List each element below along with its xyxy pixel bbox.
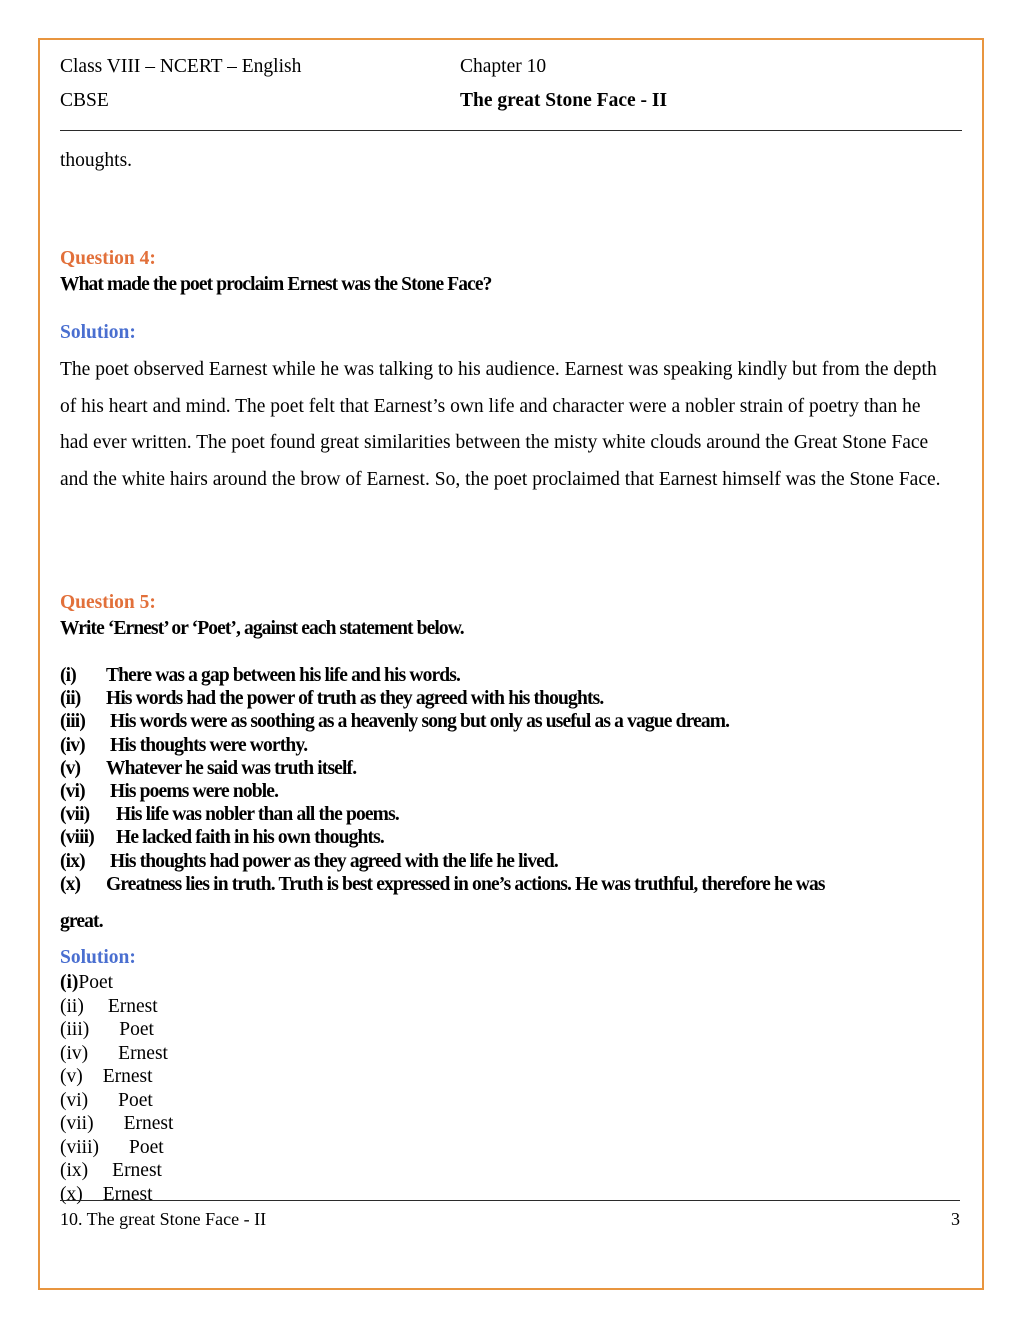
list-item: (viii) He lacked faith in his own though… <box>60 826 964 849</box>
question-5-statement-list: (i) There was a gap between his life and… <box>60 664 964 896</box>
list-item-value: Ernest <box>102 1066 153 1088</box>
list-item-marker: (v) <box>60 757 81 779</box>
list-item-text: His thoughts had power as they agreed wi… <box>110 850 559 872</box>
question-4-solution-label: Solution: <box>60 322 136 343</box>
list-item-marker: (ix) <box>60 850 86 872</box>
header-divider <box>60 130 962 131</box>
list-item-marker: (iv) <box>60 1042 89 1064</box>
question-5-text: Write ‘Ernest’ or ‘Poet’, against each s… <box>60 618 465 639</box>
list-item-marker: (ix) <box>60 1160 89 1182</box>
list-item-text: His life was nobler than all the poems. <box>116 804 400 826</box>
page-content: Class VIII – NCERT – English Chapter 10 … <box>60 56 964 1272</box>
question-4-label: Question 4: <box>60 248 156 269</box>
list-item-text: His poems were noble. <box>110 781 279 803</box>
list-item-marker: (ii) <box>60 688 81 710</box>
document-body: thoughts. Question 4: What made the poet… <box>60 132 964 1206</box>
list-item: (iii) Poet <box>60 1018 964 1042</box>
list-item: (i) There was a gap between his life and… <box>60 664 964 687</box>
list-item: (vii) Ernest <box>60 1112 964 1136</box>
list-item: (vi) His poems were noble. <box>60 780 964 803</box>
list-item-value: Poet <box>129 1136 164 1158</box>
question-5-statement-wrap-tail: great. <box>60 911 104 933</box>
list-item-text: Whatever he said was truth itself. <box>106 757 357 779</box>
document-page: Class VIII – NCERT – English Chapter 10 … <box>38 38 984 1290</box>
list-item-marker: (viii) <box>60 827 95 849</box>
list-item: (iv) His thoughts were worthy. <box>60 734 964 757</box>
header-chapter: Chapter 10 <box>460 56 547 77</box>
list-item-marker: (iii) <box>60 711 86 733</box>
list-item: (iii) His words were as soothing as a he… <box>60 710 964 733</box>
list-item: (ii) Ernest <box>60 995 964 1019</box>
question-5-label: Question 5: <box>60 592 156 613</box>
header-subject: Class VIII – NCERT – English <box>60 56 302 77</box>
list-item-marker: (vi) <box>60 1089 89 1111</box>
footer-row: 10. The great Stone Face - II 3 <box>60 1209 960 1230</box>
list-item-value: Poet <box>118 1089 153 1111</box>
list-item: (ix) His thoughts had power as they agre… <box>60 850 964 873</box>
list-item: (ii) His words had the power of truth as… <box>60 687 964 710</box>
question-4-solution-text: The poet observed Earnest while he was t… <box>60 359 941 490</box>
list-item-value: Ernest <box>118 1042 168 1064</box>
footer-page-number: 3 <box>951 1209 960 1229</box>
list-item-value: Poet <box>119 1019 154 1041</box>
document-header: Class VIII – NCERT – English Chapter 10 … <box>60 56 964 132</box>
list-item: (vii) His life was nobler than all the p… <box>60 803 964 826</box>
footer-divider <box>60 1200 960 1201</box>
list-item: (viii) Poet <box>60 1136 964 1160</box>
list-item: (x) Greatness lies in truth. Truth is be… <box>60 873 964 896</box>
document-footer: 10. The great Stone Face - II 3 <box>60 1200 960 1230</box>
list-item: (vi) Poet <box>60 1089 964 1113</box>
list-item-marker: (vii) <box>60 804 90 826</box>
list-item: (i) Poet <box>60 971 964 995</box>
list-item-marker: (iv) <box>60 734 86 756</box>
list-item-value: Ernest <box>107 995 158 1017</box>
list-item-text: Greatness lies in truth. Truth is best e… <box>106 873 826 895</box>
list-item-marker: (v) <box>60 1066 83 1088</box>
header-chapter-title: The great Stone Face - II <box>460 90 668 111</box>
list-item-marker: (i) <box>60 972 79 994</box>
list-item-marker: (vii) <box>60 1113 94 1135</box>
question-5-solution-label: Solution: <box>60 947 136 969</box>
list-item-text: His words had the power of truth as they… <box>106 688 604 710</box>
list-item-marker: (x) <box>60 873 81 895</box>
question-5-answer-list: (i) Poet (ii) Ernest (iii) Poet (iv) Ern… <box>60 971 964 1206</box>
list-item-marker: (viii) <box>60 1136 99 1158</box>
list-item: (iv) Ernest <box>60 1042 964 1066</box>
list-item: (v) Ernest <box>60 1065 964 1089</box>
list-item-text: His thoughts were worthy. <box>110 734 308 756</box>
list-item-value: Poet <box>78 972 114 994</box>
list-item: (ix) Ernest <box>60 1159 964 1183</box>
list-item-marker: (ii) <box>60 995 84 1017</box>
list-item-text: He lacked faith in his own thoughts. <box>116 827 385 849</box>
continued-text: thoughts. <box>60 150 133 171</box>
header-board: CBSE <box>60 90 109 111</box>
list-item: (v) Whatever he said was truth itself. <box>60 757 964 780</box>
list-item-text: His words were as soothing as a heavenly… <box>110 711 730 733</box>
list-item-marker: (iii) <box>60 1019 90 1041</box>
list-item-marker: (vi) <box>60 781 86 803</box>
list-item-value: Ernest <box>123 1113 174 1135</box>
footer-chapter-title: 10. The great Stone Face - II <box>60 1209 267 1229</box>
question-4-text: What made the poet proclaim Ernest was t… <box>60 274 492 295</box>
header-row-1: Class VIII – NCERT – English Chapter 10 <box>60 56 964 90</box>
list-item-text: There was a gap between his life and his… <box>106 665 461 686</box>
list-item-value: Ernest <box>112 1160 162 1182</box>
header-row-2: CBSE The great Stone Face - II <box>60 90 964 124</box>
list-item-marker: (i) <box>60 665 77 686</box>
